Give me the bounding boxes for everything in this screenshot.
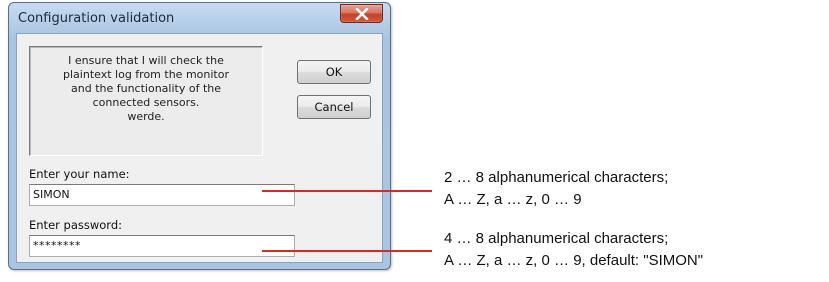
configuration-validation-dialog: Configuration validation I ensure that I…	[8, 2, 391, 270]
title-bar[interactable]: Configuration validation	[9, 3, 390, 35]
cancel-button[interactable]: Cancel	[297, 95, 371, 119]
name-label: Enter your name:	[29, 167, 130, 181]
password-input[interactable]: ********	[29, 235, 295, 257]
close-icon	[355, 8, 369, 20]
screenshot-stage: Configuration validation I ensure that I…	[0, 0, 829, 282]
dialog-client-area: I ensure that I will check the plaintext…	[16, 33, 383, 263]
password-rule-annotation: 4 … 8 alphanumerical characters; A … Z, …	[444, 228, 703, 272]
dialog-title: Configuration validation	[18, 11, 175, 26]
message-line-3: and the functionality of the	[71, 82, 221, 95]
name-input[interactable]: SIMON	[29, 184, 295, 206]
password-rule-line-1: 4 … 8 alphanumerical characters;	[444, 230, 669, 247]
message-line-1: I ensure that I will check the	[68, 54, 224, 67]
confirmation-message: I ensure that I will check the plaintext…	[29, 46, 263, 156]
message-line-5: werde.	[127, 110, 165, 123]
close-button[interactable]	[340, 4, 383, 23]
ok-button[interactable]: OK	[297, 60, 371, 84]
name-callout-line	[262, 190, 432, 192]
name-rule-line-2: A … Z, a … z, 0 … 9	[444, 191, 582, 208]
password-callout-line	[262, 250, 432, 252]
password-rule-line-2: A … Z, a … z, 0 … 9, default: "SIMON"	[444, 252, 704, 269]
message-line-4: connected sensors.	[92, 96, 200, 109]
name-rule-line-1: 2 … 8 alphanumerical characters;	[444, 169, 669, 186]
password-label: Enter password:	[29, 218, 122, 232]
message-line-2: plaintext log from the monitor	[63, 68, 229, 81]
name-rule-annotation: 2 … 8 alphanumerical characters; A … Z, …	[444, 167, 668, 211]
